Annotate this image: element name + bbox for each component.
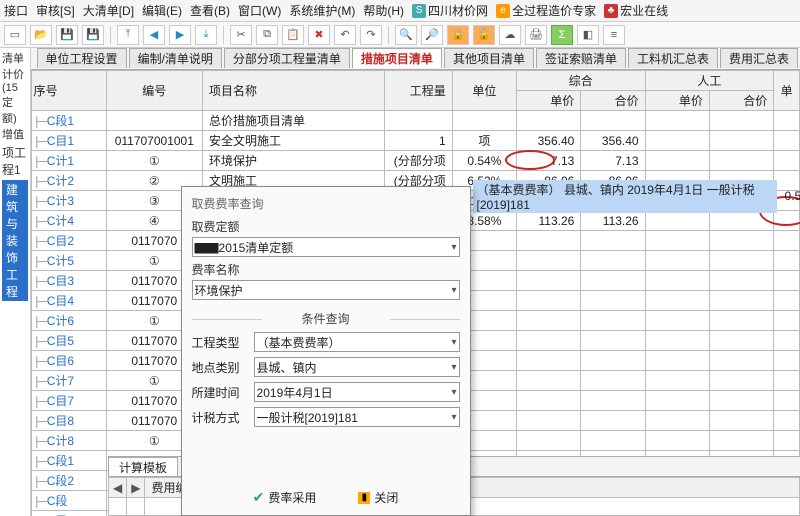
tool-up-icon[interactable]: ⤒ bbox=[117, 25, 139, 45]
tool-save2-icon[interactable]: 💾 bbox=[82, 25, 104, 45]
logo-user-icon: ♣ bbox=[604, 4, 618, 18]
logo-e-icon: e bbox=[496, 4, 510, 18]
cond-header: 条件查询 bbox=[192, 310, 460, 327]
tab-5[interactable]: 签证索赔清单 bbox=[536, 48, 626, 68]
combo-flmc[interactable]: 环境保护▾ bbox=[192, 280, 460, 300]
cond-label: 所建时间 bbox=[192, 384, 248, 401]
col-group-zh: 综合 bbox=[517, 71, 646, 91]
btn-close[interactable]: ▮关闭 bbox=[349, 486, 407, 509]
project-tree-sidebar: 清单计价(15定额)增值 项工程1 建筑与装饰工程 bbox=[0, 48, 31, 516]
tool-print-icon[interactable]: 🖨 bbox=[525, 25, 547, 45]
cond-label: 计税方式 bbox=[192, 409, 248, 426]
rate-result-pct: 0.54% bbox=[777, 188, 800, 204]
ext-link-hy[interactable]: ♣宏业在线 bbox=[604, 2, 668, 19]
check-icon: ✔ bbox=[253, 489, 265, 506]
menu-item[interactable]: 接口 bbox=[4, 2, 28, 19]
bottom-tab[interactable]: 计算模板 bbox=[108, 457, 178, 476]
cond-combo[interactable]: 2019年4月1日▾ bbox=[254, 382, 460, 402]
combo-dqdn[interactable]: ▇▇2015清单定额▾ bbox=[192, 237, 460, 257]
tool-cloud-icon[interactable]: ☁ bbox=[499, 25, 521, 45]
lbl-dqdn: 取费定额 bbox=[192, 218, 460, 235]
cond-combo[interactable]: 县城、镇内▾ bbox=[254, 357, 460, 377]
tool-new-icon[interactable]: ▭ bbox=[4, 25, 26, 45]
popup-title: 取费费率查询 bbox=[192, 195, 460, 212]
chevron-down-icon: ▾ bbox=[452, 412, 457, 423]
tab-7[interactable]: 费用汇总表 bbox=[720, 48, 798, 68]
rate-result-strip: （基本费费率） 县城、镇内 2019年4月1日 一般计税[2019]181 0.… bbox=[473, 186, 800, 206]
tool-redo-icon[interactable]: ↷ bbox=[360, 25, 382, 45]
ext-link-qgc[interactable]: e全过程造价专家 bbox=[496, 2, 596, 19]
chevron-down-icon: ▾ bbox=[452, 387, 457, 398]
rate-query-popup: 取费费率查询 取费定额 ▇▇2015清单定额▾ 费率名称 环境保护▾ 条件查询 … bbox=[181, 186, 471, 516]
menu-item[interactable]: 编辑(E) bbox=[142, 2, 182, 19]
menu-item[interactable]: 窗口(W) bbox=[238, 2, 281, 19]
col-seq: 序号 bbox=[31, 71, 106, 111]
tool-left-icon[interactable]: ◀ bbox=[143, 25, 165, 45]
tab-2[interactable]: 分部分项工程量清单 bbox=[224, 48, 350, 68]
menu-item[interactable]: 帮助(H) bbox=[363, 2, 404, 19]
tool-open-icon[interactable]: 📂 bbox=[30, 25, 52, 45]
col-eng: 工程量 bbox=[385, 71, 453, 111]
tool-lock-icon[interactable]: 🔒 bbox=[447, 25, 469, 45]
close-icon: ▮ bbox=[358, 492, 370, 504]
tab-6[interactable]: 工料机汇总表 bbox=[628, 48, 718, 68]
ext-link-scj[interactable]: S四川材价网 bbox=[412, 2, 488, 19]
chevron-down-icon: ▾ bbox=[452, 285, 457, 296]
menu-item[interactable]: 查看(B) bbox=[190, 2, 230, 19]
tool-calc-icon[interactable]: Σ bbox=[551, 25, 573, 45]
tool-search-icon[interactable]: 🔍 bbox=[395, 25, 417, 45]
chevron-down-icon: ▾ bbox=[452, 242, 457, 253]
tool-copy-icon[interactable]: ⧉ bbox=[256, 25, 278, 45]
toolbar: ▭ 📂 💾 💾 ⤒ ◀ ▶ ⤓ ✂ ⧉ 📋 ✖ ↶ ↷ 🔍 🔎 🔒 🔓 ☁ 🖨 … bbox=[0, 22, 800, 48]
tool-misc2-icon[interactable]: ≡ bbox=[603, 25, 625, 45]
menu-item[interactable]: 系统维护(M) bbox=[289, 2, 355, 19]
lbl-flmc: 费率名称 bbox=[192, 261, 460, 278]
tab-3[interactable]: 措施项目清单 bbox=[352, 48, 442, 68]
bottom-arrow-left[interactable]: ◀ bbox=[109, 478, 127, 498]
sidebar-selected-item[interactable]: 建筑与装饰工程 bbox=[2, 180, 28, 301]
table-row[interactable]: ├─C段1总价措施项目清单 bbox=[31, 111, 799, 131]
col-zh-total: 合价 bbox=[581, 91, 645, 111]
rate-result-text: （基本费费率） 县城、镇内 2019年4月1日 一般计税[2019]181 bbox=[473, 180, 777, 213]
logo-s-icon: S bbox=[412, 4, 426, 18]
table-row[interactable]: ├─C计1①环境保护(分部分项0.54%7.137.13 bbox=[31, 151, 799, 171]
col-zh-price: 单价 bbox=[517, 91, 581, 111]
chevron-down-icon: ▾ bbox=[452, 362, 457, 373]
col-rg-total: 合价 bbox=[709, 91, 773, 111]
tool-misc-icon[interactable]: ◧ bbox=[577, 25, 599, 45]
tool-right-icon[interactable]: ▶ bbox=[169, 25, 191, 45]
bottom-arrow-right[interactable]: ▶ bbox=[127, 478, 145, 498]
col-code: 编号 bbox=[106, 71, 202, 111]
col-unit: 单位 bbox=[452, 71, 516, 111]
menu-bar: 接口 审核[S] 大清单[D] 编辑(E) 查看(B) 窗口(W) 系统维护(M… bbox=[0, 0, 800, 22]
tool-unlock-icon[interactable]: 🔓 bbox=[473, 25, 495, 45]
tool-delete-icon[interactable]: ✖ bbox=[308, 25, 330, 45]
tool-undo-icon[interactable]: ↶ bbox=[334, 25, 356, 45]
cond-combo[interactable]: 一般计税[2019]181▾ bbox=[254, 407, 460, 427]
btn-apply-rate[interactable]: ✔费率采用 bbox=[244, 486, 326, 509]
cond-label: 工程类型 bbox=[192, 334, 248, 351]
cond-label: 地点类别 bbox=[192, 359, 248, 376]
col-rg-price: 单价 bbox=[645, 91, 709, 111]
col-group-rg: 人工 bbox=[645, 71, 774, 91]
cond-combo[interactable]: （基本费费率）▾ bbox=[254, 332, 460, 352]
tool-save-icon[interactable]: 💾 bbox=[56, 25, 78, 45]
sheet-tabs: 单位工程设置 编制/清单说明 分部分项工程量清单 措施项目清单 其他项目清单 签… bbox=[31, 48, 800, 70]
tab-0[interactable]: 单位工程设置 bbox=[37, 48, 127, 68]
menu-item[interactable]: 大清单[D] bbox=[83, 2, 134, 19]
tool-search2-icon[interactable]: 🔎 bbox=[421, 25, 443, 45]
sidebar-line2[interactable]: 项工程1 bbox=[2, 144, 28, 178]
tool-cut-icon[interactable]: ✂ bbox=[230, 25, 252, 45]
table-row[interactable]: ├─C目1011707001001安全文明施工1项356.40356.40 bbox=[31, 131, 799, 151]
tab-4[interactable]: 其他项目清单 bbox=[444, 48, 534, 68]
tab-1[interactable]: 编制/清单说明 bbox=[129, 48, 222, 68]
col-last: 单 bbox=[774, 71, 800, 111]
sidebar-line1: 清单计价(15定额)增值 bbox=[2, 50, 28, 142]
chevron-down-icon: ▾ bbox=[452, 337, 457, 348]
tool-down-icon[interactable]: ⤓ bbox=[195, 25, 217, 45]
tool-paste-icon[interactable]: 📋 bbox=[282, 25, 304, 45]
col-name: 项目名称 bbox=[203, 71, 385, 111]
menu-item[interactable]: 审核[S] bbox=[36, 2, 75, 19]
